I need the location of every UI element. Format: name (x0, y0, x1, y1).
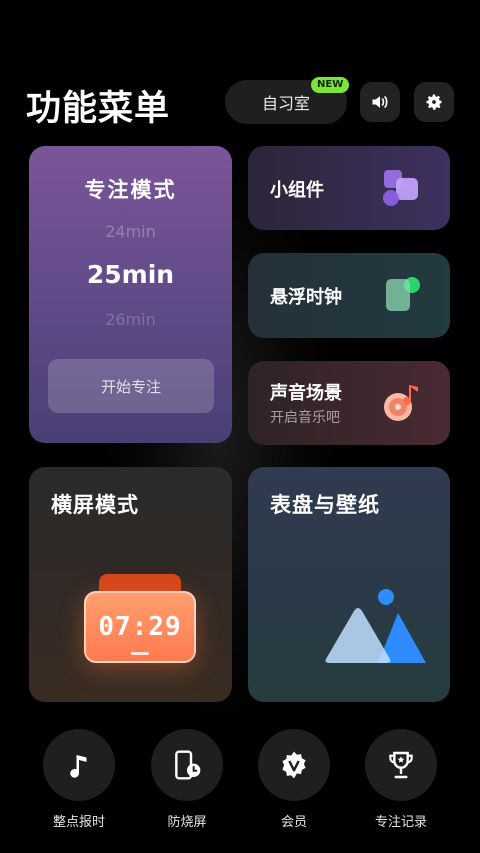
new-badge: NEW (311, 77, 350, 93)
settings-button[interactable] (414, 82, 454, 122)
widgets-icon (383, 170, 418, 206)
sound-scene-subtitle: 开启音乐吧 (270, 410, 340, 426)
volume-icon (372, 96, 388, 108)
sound-scene-title: 声音场景 (270, 383, 342, 404)
mountain-picture-icon (325, 589, 426, 663)
vip-label: 会员 (280, 815, 307, 830)
floating-clock-title: 悬浮时钟 (270, 287, 342, 308)
duration-option-prev[interactable]: 24min (29, 222, 232, 241)
page-title: 功能菜单 (26, 89, 171, 129)
hourly-chime-button[interactable] (43, 729, 115, 801)
trophy-icon (389, 751, 413, 779)
start-focus-button[interactable]: 开始专注 (48, 359, 214, 413)
bottom-item-focus-records[interactable]: 专注记录 (365, 729, 437, 830)
burn-in-protection-button[interactable] (151, 729, 223, 801)
focus-records-button[interactable] (365, 729, 437, 801)
landscape-mode-title: 横屏模式 (51, 493, 139, 517)
focus-mode-title: 专注模式 (84, 178, 177, 202)
bottom-item-hourly-chime[interactable]: 整点报时 (43, 729, 115, 830)
clock-stand (131, 652, 149, 655)
study-room-label: 自习室 (261, 94, 310, 113)
duration-option-next[interactable]: 26min (29, 310, 232, 329)
hourly-chime-label: 整点报时 (52, 815, 105, 830)
burn-in-protection-label: 防烧屏 (167, 815, 207, 830)
music-note-icon (70, 755, 87, 778)
gear-icon (426, 94, 442, 110)
focus-mode-card[interactable]: 专注模式 24min 25min 26min 开始专注 (29, 146, 232, 443)
landscape-mode-card[interactable]: 横屏模式 07:29 (29, 467, 232, 702)
start-focus-label: 开始专注 (100, 377, 161, 396)
sound-scene-card[interactable]: 声音场景 开启音乐吧 (248, 361, 450, 445)
bottom-item-burn-in-protection[interactable]: 防烧屏 (151, 729, 223, 830)
music-disc-icon (384, 385, 418, 421)
duration-option-selected[interactable]: 25min (29, 260, 232, 289)
widgets-card[interactable]: 小组件 (248, 146, 450, 230)
floating-clock-card[interactable]: 悬浮时钟 (248, 253, 450, 338)
watch-face-wallpaper-card[interactable]: 表盘与壁纸 (248, 467, 450, 702)
widgets-title: 小组件 (270, 180, 324, 201)
vip-badge-icon (282, 751, 306, 779)
floating-clock-icon (386, 277, 420, 311)
vip-button[interactable] (258, 729, 330, 801)
phone-clock-icon (175, 750, 201, 780)
wallpaper-title: 表盘与壁纸 (270, 493, 380, 517)
bottom-item-vip[interactable]: 会员 (258, 729, 330, 830)
volume-button[interactable] (360, 82, 400, 122)
focus-records-label: 专注记录 (374, 815, 427, 830)
